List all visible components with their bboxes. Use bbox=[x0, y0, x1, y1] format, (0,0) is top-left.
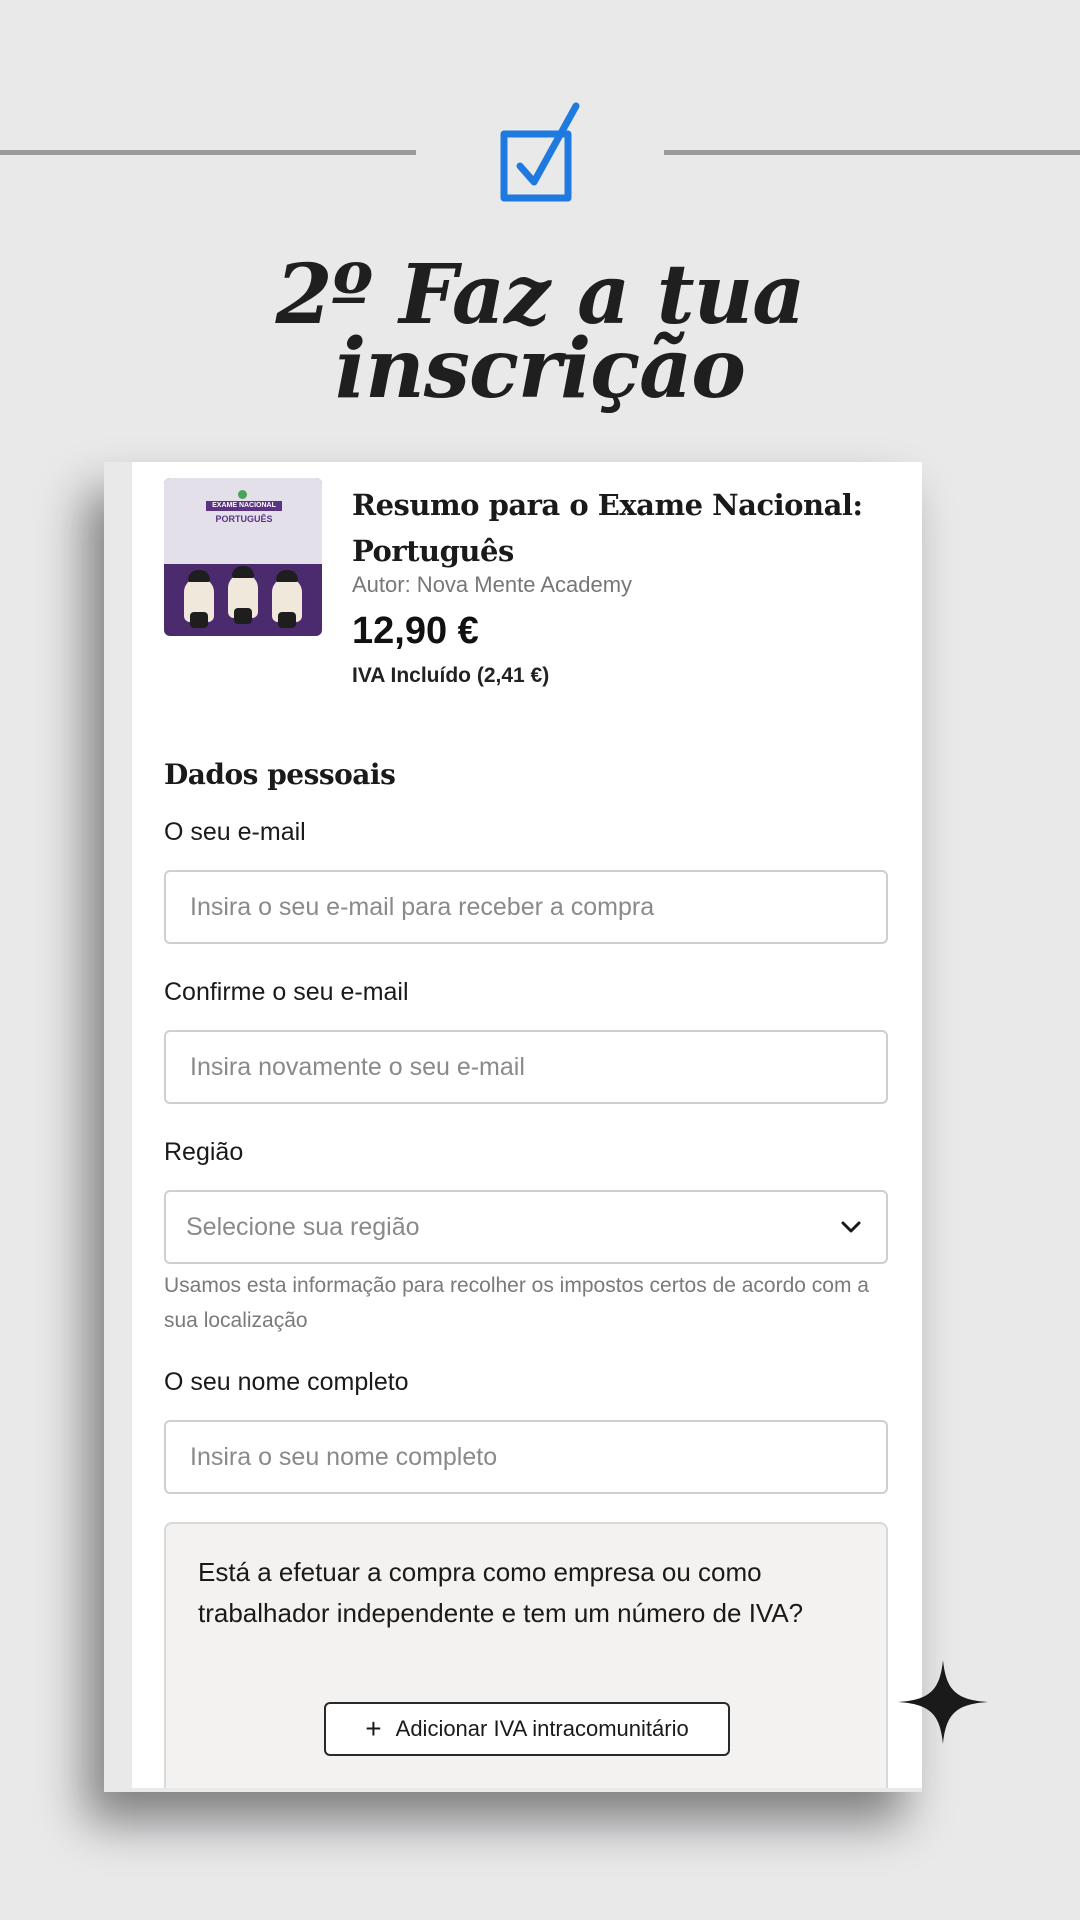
region-label: Região bbox=[164, 1138, 244, 1166]
author-illustration-icon bbox=[184, 570, 214, 628]
chevron-down-icon bbox=[841, 1221, 861, 1233]
region-selected-value: Selecione sua região bbox=[186, 1212, 420, 1241]
confirm-email-field[interactable] bbox=[164, 1030, 888, 1104]
add-vat-button[interactable]: + Adicionar IVA intracomunitário bbox=[324, 1702, 730, 1756]
region-select[interactable]: Selecione sua região bbox=[164, 1190, 888, 1264]
checkout-card: EXAME NACIONAL PORTUGUÊS Resumo para o E… bbox=[132, 462, 922, 1788]
section-title: Dados pessoais bbox=[164, 758, 396, 791]
page-headline: 2º Faz a tua inscrição bbox=[0, 254, 1080, 417]
headline-line-2: inscrição bbox=[335, 321, 746, 417]
product-author: Autor: Nova Mente Academy bbox=[352, 572, 633, 597]
checkbox-check-icon bbox=[500, 102, 580, 202]
confirm-email-label: Confirme o seu e-mail bbox=[164, 978, 409, 1006]
product-price: 12,90 € bbox=[352, 610, 479, 652]
logo-icon bbox=[238, 490, 247, 499]
email-label: O seu e-mail bbox=[164, 818, 306, 846]
author-illustration-icon bbox=[228, 566, 258, 624]
author-illustration-icon bbox=[272, 570, 302, 628]
divider-line-right bbox=[664, 150, 1080, 155]
region-help-text: Usamos esta informação para recolher os … bbox=[164, 1274, 869, 1332]
full-name-field[interactable] bbox=[164, 1420, 888, 1494]
vat-question: Está a efetuar a compra como empresa ou … bbox=[198, 1557, 804, 1628]
add-vat-button-label: Adicionar IVA intracomunitário bbox=[395, 1716, 689, 1741]
full-name-label: O seu nome completo bbox=[164, 1368, 409, 1396]
sparkle-icon bbox=[898, 1660, 988, 1744]
thumbnail-subject: PORTUGUÊS bbox=[215, 514, 273, 524]
vat-included-note: IVA Incluído (2,41 €) bbox=[352, 664, 550, 687]
vat-info-box: Está a efetuar a compra como empresa ou … bbox=[164, 1522, 888, 1788]
product-thumbnail: EXAME NACIONAL PORTUGUÊS bbox=[164, 478, 322, 636]
email-field[interactable] bbox=[164, 870, 888, 944]
thumbnail-tag: EXAME NACIONAL bbox=[206, 501, 282, 511]
divider-line-left bbox=[0, 150, 416, 155]
plus-icon: + bbox=[365, 1713, 382, 1744]
product-title: Resumo para o Exame Nacional: Português bbox=[352, 488, 863, 568]
